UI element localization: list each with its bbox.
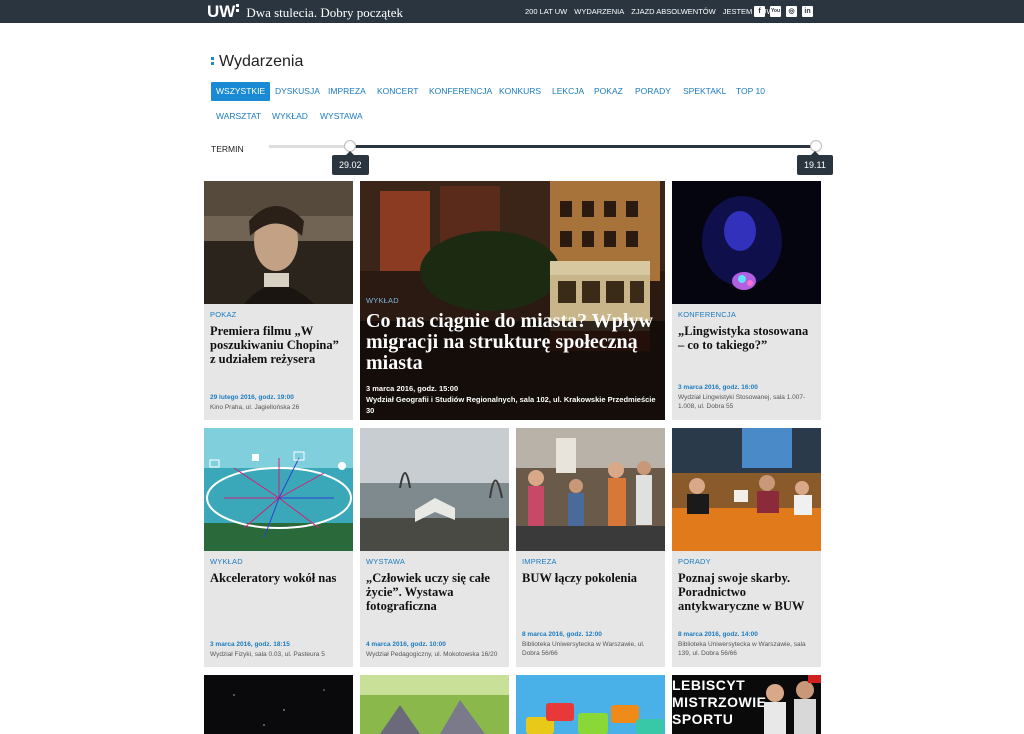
card-place: Wydział Fizyki, sala 0.03, ul. Pasteura … — [210, 651, 325, 658]
card-place: Wydział Lingwistyki Stosowanej, sala 1.0… — [678, 394, 806, 410]
social-links: f You ◎ in — [754, 6, 818, 17]
card-title[interactable]: Premiera filmu „W poszukiwaniu Chopina” … — [210, 324, 347, 366]
card-title[interactable]: BUW łączy pokolenia — [522, 571, 659, 585]
event-card-buw-laczy-pokolenia[interactable]: IMPREZA BUW łączy pokolenia 8 marca 2016… — [516, 428, 665, 667]
book-by-water-image — [360, 428, 509, 551]
card-category: WYKŁAD — [366, 296, 399, 305]
filter-warsztat[interactable]: WARSZTAT — [211, 107, 266, 126]
card-category: WYSTAWA — [366, 557, 406, 566]
event-card-featured-migracja[interactable]: WYKŁAD Co nas ciągnie do miasta? Wpływ m… — [360, 181, 665, 420]
card-date: 3 marca 2016, godz. 18:15 — [210, 641, 290, 648]
filter-dyskusja[interactable]: DYSKUSJA — [270, 82, 325, 101]
filter-koncert[interactable]: KONCERT — [372, 82, 423, 101]
page-title: Wydarzenia — [219, 53, 304, 70]
card-title[interactable]: „Lingwistyka stosowana – co to takiego?” — [678, 324, 815, 352]
filter-lekcja[interactable]: LEKCJA — [547, 82, 589, 101]
logo-mark: UW — [207, 2, 236, 21]
card-category: KONFERENCJA — [678, 310, 737, 319]
event-card-akceleratory[interactable]: WYKŁAD Akceleratory wokół nas 3 marca 20… — [204, 428, 353, 667]
event-card-poznaj-swoje-skarby[interactable]: PORADY Poznaj swoje skarby. Poradnictwo … — [672, 428, 821, 667]
card-title[interactable]: Poznaj swoje skarby. Poradnictwo antykwa… — [678, 571, 815, 613]
filter-wyklad[interactable]: WYKŁAD — [267, 107, 313, 126]
event-card-starfield[interactable] — [204, 675, 353, 734]
title-dots-icon — [211, 57, 214, 67]
filter-konferencja[interactable]: KONFERENCJA — [424, 82, 497, 101]
range-label: TERMIN — [211, 144, 244, 154]
card-place: Biblioteka Uniwersytecka w Warszawie, sa… — [678, 641, 806, 657]
filter-porady[interactable]: PORADY — [630, 82, 676, 101]
filter-wszystkie[interactable]: WSZYSTKIE — [211, 82, 271, 101]
starfield-image — [204, 675, 353, 734]
card-category: POKAZ — [210, 310, 237, 319]
facebook-icon[interactable]: f — [754, 6, 765, 17]
event-card-speech-bubbles[interactable] — [516, 675, 665, 734]
card-date: 4 marca 2016, godz. 10:00 — [366, 641, 446, 648]
top-bar: UW Dwa stulecia. Dobry początek 200 LAT … — [0, 0, 1024, 23]
card-date: 29 lutego 2016, godz. 19:00 — [210, 394, 294, 401]
instagram-icon[interactable]: ◎ — [786, 6, 797, 17]
event-card-nature[interactable] — [360, 675, 509, 734]
filter-wystawa[interactable]: WYSTAWA — [315, 107, 368, 126]
card-category: IMPREZA — [522, 557, 557, 566]
linkedin-icon[interactable]: in — [802, 6, 813, 17]
event-card-chopin[interactable]: POKAZ Premiera filmu „W poszukiwaniu Cho… — [204, 181, 353, 420]
chopin-portrait-image — [204, 181, 353, 304]
nav-200-lat-uw[interactable]: 200 LAT UW — [525, 7, 567, 16]
card-place: Biblioteka Uniwersytecka w Warszawie, ul… — [522, 641, 645, 657]
blue-glow-child-image — [672, 181, 821, 304]
logo-tagline: Dwa stulecia. Dobry początek — [246, 5, 403, 20]
card-title[interactable]: Akceleratory wokół nas — [210, 571, 347, 585]
card-date: 8 marca 2016, godz. 14:00 — [678, 631, 758, 638]
filter-spektakl[interactable]: SPEKTAKL — [678, 82, 731, 101]
filter-impreza[interactable]: IMPREZA — [323, 82, 371, 101]
card-category: WYKŁAD — [210, 557, 243, 566]
nav-wydarzenia[interactable]: WYDARZENIA — [574, 7, 624, 16]
card-title[interactable]: Co nas ciągnie do miasta? Wpływ migracji… — [366, 311, 659, 374]
filter-top-10[interactable]: TOP 10 — [731, 82, 770, 101]
card-place: Wydział Pedagogiczny, ul. Mokotowska 16/… — [366, 651, 498, 658]
card-title[interactable]: „Człowiek uczy się całe życie”. Wystawa … — [366, 571, 503, 613]
card-place: Wydział Geografii i Studiów Regionalnych… — [366, 395, 656, 415]
page-title-wrap: Wydarzenia — [211, 53, 303, 71]
grass-birds-image — [360, 675, 509, 734]
event-card-czlowiek-uczy-sie[interactable]: WYSTAWA „Człowiek uczy się całe życie”. … — [360, 428, 509, 667]
range-fill — [349, 145, 816, 148]
top-nav: 200 LAT UW WYDARZENIA ZJAZD ABSOLWENTÓW … — [525, 7, 781, 16]
logo-dots-icon — [236, 4, 240, 14]
nav-zjazd-absolwentow[interactable]: ZJAZD ABSOLWENTÓW — [631, 7, 715, 16]
range-end-value: 19.11 — [797, 151, 833, 175]
card-date: 3 marca 2016, godz. 16:00 — [678, 384, 758, 391]
filter-konkurs[interactable]: KONKURS — [494, 82, 546, 101]
filter-pokaz[interactable]: POKAZ — [589, 82, 628, 101]
range-start-value: 29.02 — [332, 151, 369, 175]
antique-consultation-image — [672, 428, 821, 551]
speech-bubbles-image — [516, 675, 665, 734]
uw-logo[interactable]: UW Dwa stulecia. Dobry początek — [207, 2, 403, 22]
youtube-icon[interactable]: You — [770, 6, 781, 17]
particle-collision-image — [204, 428, 353, 551]
card-date: 3 marca 2016, godz. 15:00 — [366, 384, 459, 393]
plebiscyt-text: LEBISCYT MISTRZOWIE SPORTU — [672, 677, 767, 727]
card-date: 8 marca 2016, godz. 12:00 — [522, 631, 602, 638]
event-card-lingwistyka[interactable]: KONFERENCJA „Lingwistyka stosowana – co … — [672, 181, 821, 420]
card-category: PORADY — [678, 557, 711, 566]
card-place: Kino Praha, ul. Jagiellońska 26 — [210, 404, 300, 411]
library-crowd-image — [516, 428, 665, 551]
athletes-image — [764, 675, 821, 734]
event-card-plebiscyt[interactable]: LEBISCYT MISTRZOWIE SPORTU — [672, 675, 821, 734]
